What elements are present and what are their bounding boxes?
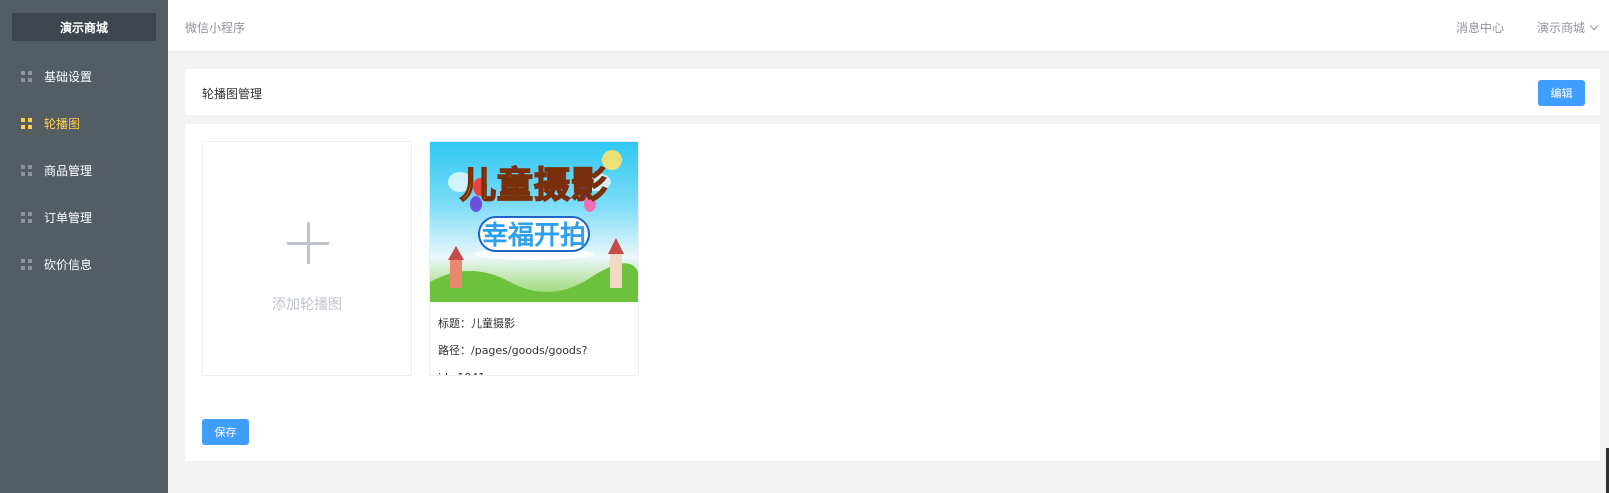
header-right: 消息中心 演示商城 xyxy=(1456,19,1599,36)
chevron-down-icon xyxy=(1589,21,1599,30)
banner-card[interactable]: 儿童摄影 幸福开拍 标题：儿童摄影 路径：/pages/goods/goods?… xyxy=(429,141,639,376)
add-banner-label: 添加轮播图 xyxy=(272,297,342,313)
banner-title: 标题：儿童摄影 xyxy=(438,317,515,330)
edit-button[interactable]: 编辑 xyxy=(1538,80,1585,106)
sidebar-item-label: 商品管理 xyxy=(44,164,93,178)
grid-icon xyxy=(21,259,32,270)
panel-body: 添加轮播图 儿童摄影 幸福开拍 标题：儿童摄影 路径：/pages/goods/… xyxy=(185,124,1600,461)
user-menu[interactable]: 演示商城 xyxy=(1536,19,1599,36)
banner-image[interactable]: 儿童摄影 幸福开拍 xyxy=(430,142,638,302)
header-title: 微信小程序 xyxy=(185,21,246,35)
sidebar-item-label: 订单管理 xyxy=(44,211,93,225)
sidebar-item-basic-settings[interactable]: 基础设置 xyxy=(0,53,168,100)
sidebar-item-carousel[interactable]: 轮播图 xyxy=(0,100,168,147)
top-header: 微信小程序 消息中心 演示商城 xyxy=(168,0,1609,52)
sidebar-menu: 基础设置 轮播图 商品管理 订单管理 砍价信息 xyxy=(0,53,168,288)
grid-icon xyxy=(21,71,32,82)
save-button[interactable]: 保存 xyxy=(202,419,249,445)
sidebar: 演示商城 基础设置 轮播图 商品管理 订单管理 砍价信息 xyxy=(0,0,168,493)
banner-path: 路径：/pages/goods/goods?id=1041 xyxy=(438,344,588,375)
banner-info: 标题：儿童摄影 路径：/pages/goods/goods?id=1041 xyxy=(430,302,638,375)
message-center-link[interactable]: 消息中心 xyxy=(1456,19,1504,36)
sidebar-item-label: 砍价信息 xyxy=(44,258,93,272)
panel-header: 轮播图管理 编辑 xyxy=(185,69,1600,115)
add-banner-card[interactable]: 添加轮播图 xyxy=(202,141,412,376)
banner-image-title: 儿童摄影 xyxy=(459,164,608,207)
banner-image-subtitle: 幸福开拍 xyxy=(478,216,590,252)
sidebar-item-goods[interactable]: 商品管理 xyxy=(0,147,168,194)
plus-icon xyxy=(287,222,329,264)
sidebar-item-label: 基础设置 xyxy=(44,70,93,84)
grid-icon xyxy=(21,118,32,129)
grid-icon xyxy=(21,212,32,223)
grid-icon xyxy=(21,165,32,176)
sidebar-item-label: 轮播图 xyxy=(44,117,81,131)
sidebar-item-bargain[interactable]: 砍价信息 xyxy=(0,241,168,288)
user-name: 演示商城 xyxy=(1536,21,1585,35)
brand-logo[interactable]: 演示商城 xyxy=(12,13,156,41)
panel-title: 轮播图管理 xyxy=(202,87,263,101)
sidebar-item-orders[interactable]: 订单管理 xyxy=(0,194,168,241)
